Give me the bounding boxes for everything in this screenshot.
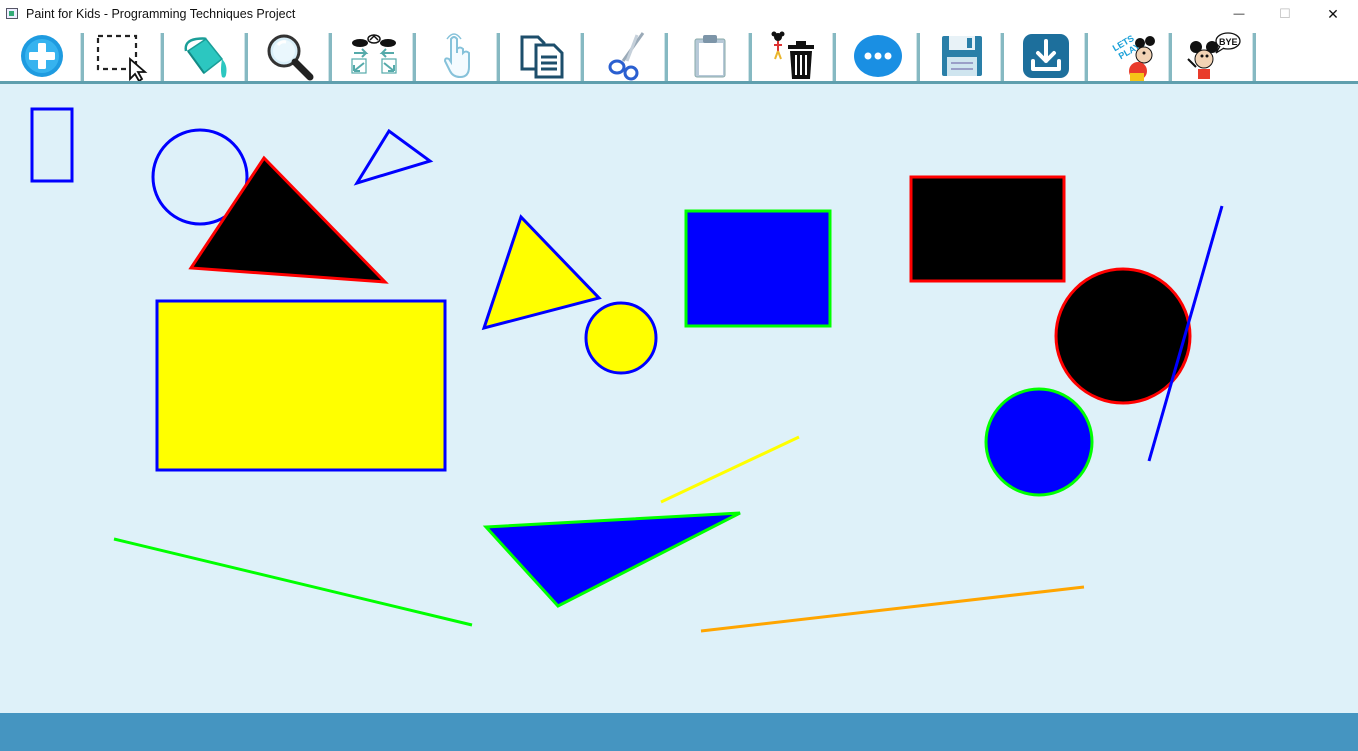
select-button[interactable]	[80, 31, 164, 81]
zoom-button[interactable]	[248, 31, 332, 81]
small-blue-rectangle[interactable]	[30, 107, 74, 183]
black-rectangle[interactable]	[909, 175, 1066, 283]
fill-color-button[interactable]	[164, 31, 248, 81]
bye-mascot-icon: BYE	[1184, 29, 1244, 83]
copy-icon	[516, 31, 568, 81]
load-button[interactable]	[1004, 31, 1088, 81]
blue-circle[interactable]	[984, 387, 1094, 497]
lets-play-mascot-icon: LETS PLAY !	[1100, 29, 1160, 83]
minimize-icon: —	[1233, 8, 1245, 20]
resize-arrows-icon	[346, 31, 402, 81]
hand-pointer-icon	[433, 31, 483, 81]
maximize-button[interactable]: ☐	[1262, 0, 1308, 28]
more-button[interactable]	[836, 31, 920, 81]
close-icon: ✕	[1327, 5, 1339, 22]
close-button[interactable]: ✕	[1310, 0, 1356, 28]
yellow-rectangle[interactable]	[155, 299, 447, 472]
maximize-icon: ☐	[1279, 6, 1291, 21]
yellow-circle[interactable]	[584, 301, 658, 375]
save-button[interactable]	[920, 31, 1004, 81]
resize-button[interactable]	[332, 31, 416, 81]
drawing-surface[interactable]	[0, 84, 1358, 713]
toolbar: LETS PLAY ! BYE	[0, 28, 1358, 84]
bye-label: BYE	[1219, 37, 1238, 47]
add-shape-button[interactable]	[0, 31, 84, 81]
blue-triangle[interactable]	[482, 511, 741, 608]
select-rectangle-icon	[92, 31, 152, 81]
play-mode-button[interactable]: LETS PLAY !	[1088, 31, 1172, 81]
magnifier-icon	[262, 31, 318, 81]
copy-button[interactable]	[500, 31, 584, 81]
title-bar: Paint for Kids - Programming Techniques …	[0, 0, 1358, 28]
clipboard-icon	[685, 31, 735, 81]
plus-circle-icon	[19, 33, 65, 79]
status-bar	[0, 713, 1358, 751]
paint-bucket-icon	[178, 31, 234, 81]
cut-button[interactable]	[584, 31, 668, 81]
orange-line[interactable]	[700, 585, 1085, 633]
paste-button[interactable]	[668, 31, 752, 81]
minimize-button[interactable]: —	[1216, 0, 1262, 28]
trash-icon	[766, 31, 822, 81]
floppy-disk-icon	[937, 31, 987, 81]
yellow-triangle[interactable]	[481, 214, 602, 331]
yellow-line[interactable]	[660, 435, 800, 504]
move-button[interactable]	[416, 31, 500, 81]
scissors-icon	[601, 31, 651, 81]
drawing-canvas[interactable]	[0, 84, 1358, 713]
delete-button[interactable]	[752, 31, 836, 81]
green-line[interactable]	[113, 537, 473, 627]
exit-button[interactable]: BYE	[1172, 31, 1256, 81]
blue-rectangle[interactable]	[684, 209, 832, 328]
app-icon	[6, 8, 18, 19]
window-title: Paint for Kids - Programming Techniques …	[26, 7, 296, 21]
more-dots-icon	[852, 31, 904, 81]
download-icon	[1020, 31, 1072, 81]
small-blue-outline-triangle[interactable]	[353, 128, 434, 186]
